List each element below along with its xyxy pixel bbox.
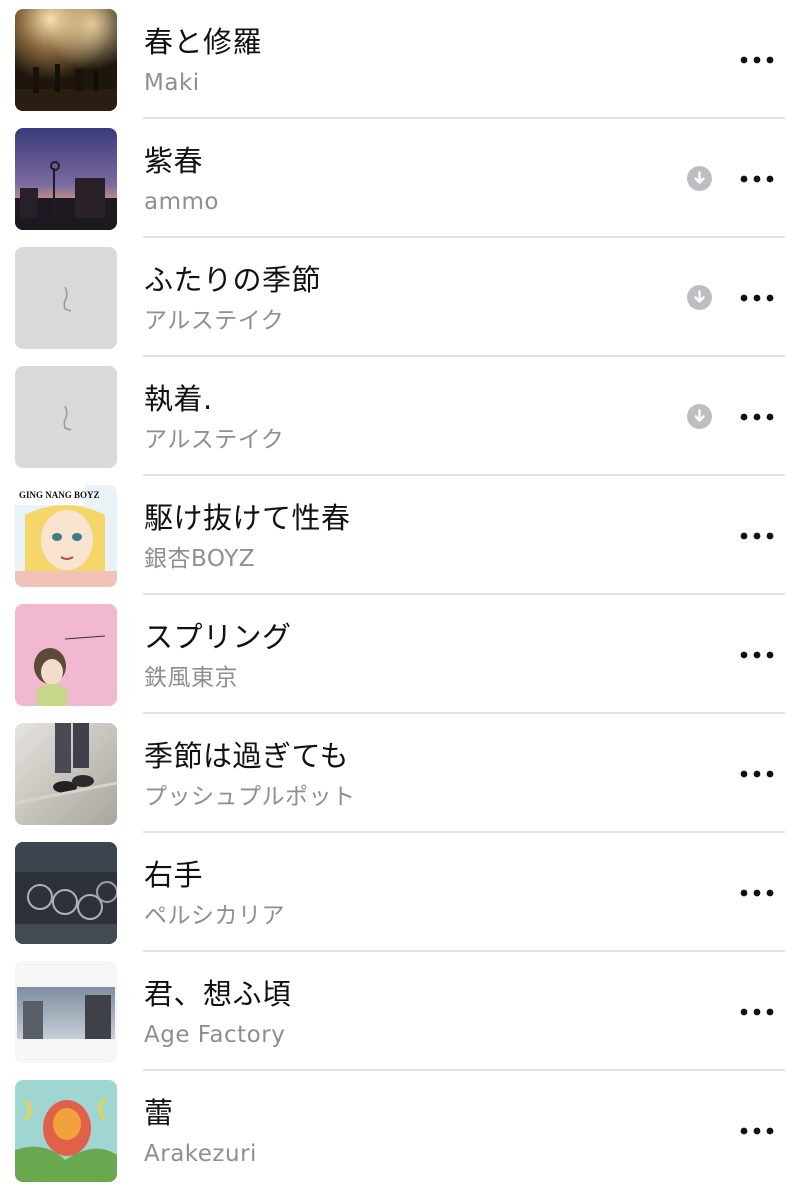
song-artist: 鉄風東京 [144, 665, 238, 691]
artwork-text: GING NANG BOYZ [19, 490, 100, 500]
song-title: 君、想ふ頃 [144, 977, 292, 1011]
song-row[interactable]: 君、想ふ頃 Age Factory [0, 952, 801, 1071]
song-artist: ammo [144, 189, 219, 215]
song-title: 紫春 [144, 144, 204, 178]
album-artwork [15, 842, 117, 944]
song-row[interactable]: スプリング 鉄風東京 [0, 595, 801, 714]
more-options-icon[interactable] [734, 283, 780, 313]
song-title: 春と修羅 [144, 25, 263, 59]
song-row[interactable]: 執着. アルステイク [0, 357, 801, 476]
song-title: 季節は過ぎても [144, 739, 350, 773]
song-artist: ペルシカリア [144, 903, 285, 929]
album-artwork [15, 1080, 117, 1182]
song-artist: Age Factory [144, 1022, 286, 1048]
more-options-icon[interactable] [734, 878, 780, 908]
album-artwork [15, 723, 117, 825]
album-artwork: GING NANG BOYZ [15, 485, 117, 587]
album-artwork [15, 961, 117, 1063]
song-artist: アルステイク [144, 308, 285, 334]
song-row[interactable]: 蕾 Arakezuri [0, 1071, 801, 1200]
more-options-icon[interactable] [734, 1116, 780, 1146]
song-title: 右手 [144, 858, 204, 892]
song-artist: アルステイク [144, 427, 285, 453]
song-title: ふたりの季節 [144, 263, 322, 297]
song-row[interactable]: 右手 ペルシカリア [0, 833, 801, 952]
song-row[interactable]: 紫春 ammo [0, 119, 801, 238]
more-options-icon[interactable] [734, 402, 780, 432]
more-options-icon[interactable] [734, 997, 780, 1027]
song-title: 蕾 [144, 1096, 174, 1130]
more-options-icon[interactable] [734, 45, 780, 75]
album-artwork [15, 247, 117, 349]
album-artwork [15, 366, 117, 468]
song-artist: 銀杏BOYZ [144, 546, 256, 572]
song-row[interactable]: 季節は過ぎても プッシュプルポット [0, 714, 801, 833]
song-row[interactable]: 春と修羅 Maki [0, 0, 801, 119]
song-list: 春と修羅 Maki 紫春 ammo ふたりの季節 アルステイク 執着. アルステ… [0, 0, 801, 1200]
song-title: 駆け抜けて性春 [144, 501, 351, 535]
song-title: 執着. [144, 382, 213, 416]
more-options-icon[interactable] [734, 640, 780, 670]
more-options-icon[interactable] [734, 164, 780, 194]
song-artist: プッシュプルポット [144, 784, 356, 810]
downloaded-icon [687, 166, 712, 191]
song-artist: Maki [144, 70, 200, 96]
song-row[interactable]: ふたりの季節 アルステイク [0, 238, 801, 357]
song-row[interactable]: GING NANG BOYZ 駆け抜けて性春 銀杏BOYZ [0, 476, 801, 595]
more-options-icon[interactable] [734, 521, 780, 551]
downloaded-icon [687, 404, 712, 429]
album-artwork [15, 604, 117, 706]
album-artwork [15, 9, 117, 111]
more-options-icon[interactable] [734, 759, 780, 789]
song-title: スプリング [144, 620, 292, 654]
downloaded-icon [687, 285, 712, 310]
song-artist: Arakezuri [144, 1141, 257, 1167]
album-artwork [15, 128, 117, 230]
